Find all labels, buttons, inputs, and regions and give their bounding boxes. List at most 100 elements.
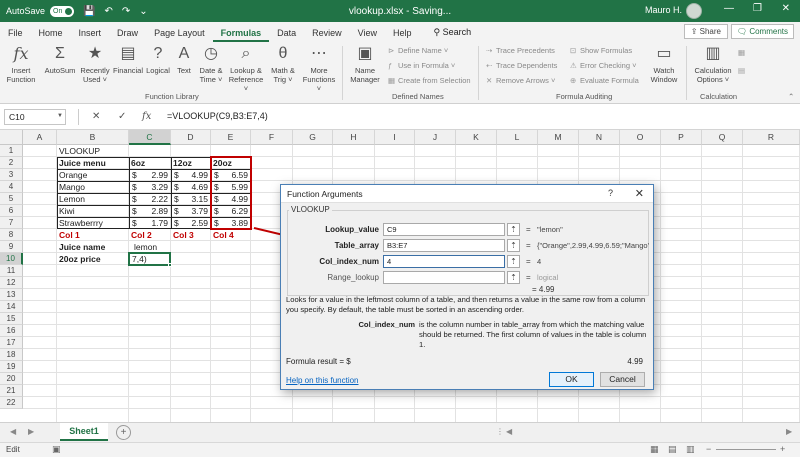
row-header-8[interactable]: 8 xyxy=(0,229,23,241)
cell-d5[interactable]: $3.15 xyxy=(171,193,211,205)
prev-sheet-icon[interactable]: ◀ xyxy=(10,427,16,436)
row-header-5[interactable]: 5 xyxy=(0,193,23,205)
row-header-22[interactable]: 22 xyxy=(0,397,23,409)
row-header-19[interactable]: 19 xyxy=(0,361,23,373)
autosave-toggle[interactable]: On xyxy=(50,5,75,17)
chevron-down-icon[interactable]: ▼ xyxy=(57,113,63,119)
zoom-out-icon[interactable]: − xyxy=(706,444,711,454)
normal-view-icon[interactable]: ▦ xyxy=(650,444,659,455)
cancel-button[interactable]: Cancel xyxy=(600,372,645,387)
column-header-r[interactable]: R xyxy=(743,130,800,145)
accessibility-icon[interactable]: ▣ xyxy=(52,444,61,455)
tab-draw[interactable]: Draw xyxy=(109,28,146,42)
cell-e4[interactable]: $5.99 xyxy=(211,181,251,193)
row-header-18[interactable]: 18 xyxy=(0,349,23,361)
cell-b2[interactable]: Juice menu xyxy=(57,157,129,169)
column-header-h[interactable]: H xyxy=(333,130,375,145)
cell-d2[interactable]: 12oz xyxy=(171,157,211,169)
cell-e6[interactable]: $6.29 xyxy=(211,205,251,217)
ok-button[interactable]: OK xyxy=(549,372,594,387)
column-header-p[interactable]: P xyxy=(661,130,702,145)
cell-c3[interactable]: $2.99 xyxy=(129,169,171,181)
col-index-num-input[interactable]: 4 xyxy=(383,255,505,268)
row-header-6[interactable]: 6 xyxy=(0,205,23,217)
cancel-entry-icon[interactable]: ✕ xyxy=(92,111,100,122)
define-name-button[interactable]: ⊳ Define Name ˅ xyxy=(388,46,448,55)
select-all-corner[interactable] xyxy=(0,130,23,145)
calculate-sheet-icon[interactable]: ▤ xyxy=(738,66,748,75)
cell-c6[interactable]: $2.89 xyxy=(129,205,171,217)
trace-dependents-button[interactable]: ⇠ Trace Dependents xyxy=(486,61,557,70)
cell-e5[interactable]: $4.99 xyxy=(211,193,251,205)
financial-button[interactable]: ▤ Financial xyxy=(112,44,144,75)
tab-formulas[interactable]: Formulas xyxy=(212,28,270,42)
cell-e7[interactable]: $3.89 xyxy=(211,217,251,229)
column-header-n[interactable]: N xyxy=(579,130,620,145)
save-icon[interactable]: 💾 xyxy=(83,6,95,17)
row-header-15[interactable]: 15 xyxy=(0,313,23,325)
column-header-d[interactable]: D xyxy=(171,130,211,145)
cell-b6[interactable]: Kiwi xyxy=(57,205,129,217)
calculation-options-button[interactable]: ▥ Calculation Options ˅ xyxy=(690,44,736,84)
tab-view[interactable]: View xyxy=(350,28,385,42)
minimize-icon[interactable]: — xyxy=(724,3,734,14)
cell-d6[interactable]: $3.79 xyxy=(171,205,211,217)
math-trig-button[interactable]: θ Math & Trig ˅ xyxy=(266,44,300,84)
confirm-entry-icon[interactable]: ✓ xyxy=(118,111,126,122)
column-header-o[interactable]: O xyxy=(620,130,661,145)
show-formulas-button[interactable]: ⊡ Show Formulas xyxy=(570,46,632,55)
cell-c7[interactable]: $1.79 xyxy=(129,217,171,229)
row-header-1[interactable]: 1 xyxy=(0,145,23,157)
collapse-dialog-icon[interactable]: ⇡ xyxy=(507,271,520,284)
avatar[interactable] xyxy=(686,3,702,19)
error-checking-button[interactable]: ⚠ Error Checking ˅ xyxy=(570,61,636,70)
lookup-value-input[interactable]: C9 xyxy=(383,223,505,236)
scroll-right-icon[interactable]: ▶ xyxy=(786,427,792,436)
column-header-j[interactable]: J xyxy=(415,130,456,145)
cell-e8[interactable]: Col 4 xyxy=(211,229,251,241)
trace-precedents-button[interactable]: ⇢ Trace Precedents xyxy=(486,46,555,55)
cell-d4[interactable]: $4.69 xyxy=(171,181,211,193)
comments-button[interactable]: 🗨 Comments xyxy=(730,24,794,39)
lookup-reference-button[interactable]: ⌕ Lookup & Reference ˅ xyxy=(226,44,266,93)
active-cell-c10[interactable]: 7,4) xyxy=(128,252,171,266)
dialog-title-bar[interactable]: Function Arguments ? ✕ xyxy=(281,185,653,203)
cell-b1[interactable]: VLOOKUP xyxy=(57,145,129,157)
cell-e2[interactable]: 20oz xyxy=(211,157,251,169)
collapse-dialog-icon[interactable]: ⇡ xyxy=(507,223,520,236)
row-header-10[interactable]: 10 xyxy=(0,253,23,265)
tab-insert[interactable]: Insert xyxy=(71,28,110,42)
close-icon[interactable]: ✕ xyxy=(635,187,644,200)
autosum-button[interactable]: Σ AutoSum xyxy=(42,44,78,75)
column-header-i[interactable]: I xyxy=(375,130,415,145)
cell-d3[interactable]: $4.99 xyxy=(171,169,211,181)
create-from-selection-button[interactable]: ▦ Create from Selection xyxy=(388,76,471,85)
cell-c2[interactable]: 6oz xyxy=(129,157,171,169)
zoom-slider[interactable] xyxy=(716,449,776,450)
cell-b7[interactable]: Strawberrry xyxy=(57,217,129,229)
scroll-left-icon[interactable]: ◀ xyxy=(506,427,512,436)
cell-b4[interactable]: Mango xyxy=(57,181,129,193)
cell-e3[interactable]: $6.59 xyxy=(211,169,251,181)
watch-window-button[interactable]: ▭ Watch Window xyxy=(646,44,682,84)
use-in-formula-button[interactable]: ƒ Use in Formula ˅ xyxy=(388,61,455,70)
tab-review[interactable]: Review xyxy=(304,28,350,42)
cell-b10[interactable]: 20oz price xyxy=(57,253,129,265)
insert-function-icon[interactable]: fx xyxy=(142,111,151,122)
row-header-13[interactable]: 13 xyxy=(0,289,23,301)
page-layout-view-icon[interactable]: ▤ xyxy=(668,444,677,455)
share-button[interactable]: ⇪ Share xyxy=(683,24,728,39)
column-header-c[interactable]: C xyxy=(129,130,171,145)
sheet-tab-sheet1[interactable]: Sheet1 xyxy=(60,423,108,441)
column-header-q[interactable]: Q xyxy=(702,130,743,145)
row-header-2[interactable]: 2 xyxy=(0,157,23,169)
cell-d7[interactable]: $2.59 xyxy=(171,217,211,229)
collapse-ribbon-icon[interactable]: ⌃ xyxy=(788,92,794,101)
row-header-14[interactable]: 14 xyxy=(0,301,23,313)
help-on-function-link[interactable]: Help on this function xyxy=(286,376,359,385)
more-functions-button[interactable]: ⋯ More Functions ˅ xyxy=(300,44,338,93)
row-header-20[interactable]: 20 xyxy=(0,373,23,385)
cell-c5[interactable]: $2.22 xyxy=(129,193,171,205)
tab-file[interactable]: File xyxy=(0,28,31,42)
customize-toolbar-icon[interactable]: ⌄ xyxy=(139,6,147,17)
